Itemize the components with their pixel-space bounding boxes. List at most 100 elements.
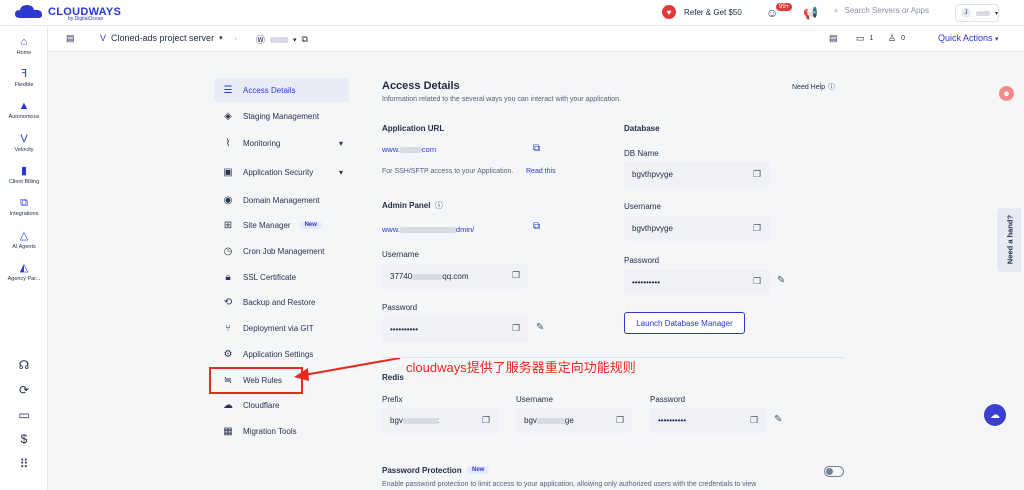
- external-link-icon[interactable]: ⧉: [533, 143, 540, 154]
- menu-cron-job[interactable]: ◷ Cron Job Management: [214, 239, 349, 263]
- menu-migration-tools[interactable]: ▦ Migration Tools: [214, 419, 349, 443]
- edit-icon[interactable]: ✎: [774, 414, 782, 425]
- highlight-box: [209, 367, 303, 394]
- need-a-hand-tab[interactable]: Need a hand?: [997, 208, 1021, 272]
- external-link-icon[interactable]: ⧉: [533, 221, 540, 232]
- redis-prefix-field[interactable]: bgv:: [382, 408, 498, 433]
- redis-label: Redis: [382, 373, 404, 382]
- pink-widget-icon[interactable]: ☻: [999, 86, 1014, 101]
- users-counter[interactable]: ♙ 0: [888, 33, 905, 44]
- db-username-field[interactable]: bgvthpvyge: [624, 216, 770, 241]
- server-list-icon[interactable]: ▤: [829, 33, 838, 44]
- help-icon: ⓘ: [828, 84, 836, 91]
- page-title: Access Details: [382, 80, 460, 92]
- copy-icon[interactable]: ❐: [482, 415, 490, 426]
- db-name-field[interactable]: bgvthpvyge: [624, 162, 770, 187]
- copy-icon[interactable]: ❐: [750, 415, 758, 426]
- users-count: 0: [901, 35, 905, 42]
- copy-icon[interactable]: ❐: [753, 169, 761, 180]
- menu-site-manager[interactable]: ⊞ Site Manager New: [214, 213, 349, 237]
- site-manager-icon: ⊞: [223, 219, 233, 231]
- admin-username-label: Username: [382, 250, 419, 259]
- prefix-end: :: [436, 416, 440, 425]
- copy-icon[interactable]: ❐: [512, 270, 520, 281]
- app-selector[interactable]: Ⓦ ▾ ⧉: [256, 33, 308, 46]
- rail-item-autonomous[interactable]: ▲ Autonomous: [0, 100, 48, 120]
- folder-icon[interactable]: ▭: [0, 408, 48, 422]
- redis-password-field[interactable]: ••••••••••: [650, 408, 766, 433]
- rail-item-velocity[interactable]: V Velocity: [0, 133, 48, 153]
- menu-domain-management[interactable]: ◉ Domain Management: [214, 188, 349, 212]
- search-box[interactable]: ⌕ Search Servers or Apps: [834, 6, 929, 16]
- rail-item-home[interactable]: ⌂ Home: [0, 36, 48, 56]
- copy-icon[interactable]: ❐: [616, 415, 624, 426]
- support-icon[interactable]: ☊: [0, 358, 48, 372]
- db-name-label: DB Name: [624, 149, 659, 158]
- chat-bot-icon[interactable]: ☁: [984, 404, 1006, 426]
- left-rail: ⌂ Home ꟻ Flexible ▲ Autonomous V Velocit…: [0, 26, 48, 490]
- password-protection-toggle[interactable]: [824, 466, 844, 477]
- menu-staging-management[interactable]: ◈ Staging Management: [214, 104, 349, 128]
- access-icon: ☰: [223, 84, 233, 96]
- admin-username-field[interactable]: 37740 qq.com: [382, 264, 528, 289]
- avatar: J: [961, 8, 971, 18]
- chevron-down-icon: ▾: [994, 10, 998, 17]
- menu-application-security[interactable]: ▣ Application Security ▾: [214, 160, 349, 184]
- rail-item-agency[interactable]: ◭ Agency Par...: [0, 262, 48, 282]
- username-redacted: [412, 273, 443, 280]
- grid-icon[interactable]: ⠿: [0, 457, 48, 471]
- page-description: Information related to the several ways …: [382, 96, 621, 103]
- rail-label: Agency Par...: [7, 276, 41, 282]
- copy-icon[interactable]: ❐: [753, 223, 761, 234]
- password-value: ••••••••••: [390, 325, 419, 334]
- server-selector[interactable]: V Cloned-ads project server ▾: [100, 33, 223, 43]
- duplicate-icon[interactable]: ⧉: [302, 34, 308, 45]
- new-badge: New: [299, 221, 322, 229]
- refresh-icon[interactable]: ⟳: [0, 383, 48, 397]
- menu-deployment-git[interactable]: ⑂ Deployment via GIT: [214, 316, 349, 340]
- need-help-link[interactable]: Need Help ⓘ: [792, 82, 835, 92]
- menu-backup-restore[interactable]: ⟲ Backup and Restore: [214, 290, 349, 314]
- read-this-link[interactable]: Read this: [526, 168, 556, 175]
- url-redacted: [399, 147, 422, 154]
- files-counter[interactable]: ▭ 1: [856, 33, 873, 44]
- db-password-field[interactable]: ••••••••••: [624, 270, 770, 295]
- user-menu[interactable]: J ▾: [955, 4, 999, 22]
- refer-link[interactable]: ♥ Refer & Get $50: [662, 5, 742, 19]
- list-icon[interactable]: ▤: [66, 33, 75, 44]
- need-a-hand-label: Need a hand?: [1005, 214, 1015, 265]
- rail-item-integrations[interactable]: ⧉ Integrations: [0, 197, 48, 217]
- menu-label: Cloudflare: [243, 400, 280, 410]
- rail-item-client-billing[interactable]: ▮ Client Billing: [0, 165, 48, 185]
- edit-icon[interactable]: ✎: [536, 322, 544, 333]
- url-end: com: [421, 145, 437, 154]
- redis-password-label: Password: [650, 395, 686, 404]
- admin-url-link[interactable]: www. dmin/: [382, 225, 474, 234]
- menu-cloudflare[interactable]: ☁ Cloudflare: [214, 393, 349, 417]
- dollar-icon[interactable]: $: [0, 432, 48, 446]
- brand-sub: by DigitalOcean: [68, 16, 104, 22]
- menu-monitoring[interactable]: ⌇ Monitoring ▾: [214, 131, 349, 155]
- app-url-link[interactable]: www. com: [382, 145, 436, 154]
- redis-prefix-label: Prefix: [382, 395, 403, 404]
- menu-label: Backup and Restore: [243, 297, 316, 307]
- menu-label: SSL Certificate: [243, 272, 297, 282]
- heart-icon: ♥: [662, 5, 676, 19]
- megaphone-icon[interactable]: 📢: [803, 6, 818, 20]
- launch-db-manager-button[interactable]: Launch Database Manager: [624, 312, 745, 334]
- app-subbar: ▤ V Cloned-ads project server ▾ › Ⓦ ▾ ⧉ …: [48, 26, 1024, 52]
- cloud-logo-icon: [15, 5, 42, 18]
- copy-icon[interactable]: ❐: [512, 323, 520, 334]
- info-icon[interactable]: ⓘ: [435, 200, 443, 211]
- menu-access-details[interactable]: ☰ Access Details: [214, 78, 349, 102]
- menu-ssl-certificate[interactable]: 🔒︎ SSL Certificate: [214, 265, 349, 289]
- copy-icon[interactable]: ❐: [753, 276, 761, 287]
- admin-password-field[interactable]: ••••••••••: [382, 317, 528, 342]
- password-protection-text: Enable password protection to limit acce…: [382, 481, 757, 488]
- rail-item-flexible[interactable]: ꟻ Flexible: [0, 68, 48, 88]
- edit-icon[interactable]: ✎: [777, 275, 785, 286]
- rail-item-ai-agents[interactable]: △ AI Agents: [0, 230, 48, 250]
- chevron-down-icon: ▾: [219, 35, 223, 42]
- quick-actions-button[interactable]: Quick Actions ▾: [938, 33, 999, 43]
- redis-username-field[interactable]: bgv ge: [516, 408, 632, 433]
